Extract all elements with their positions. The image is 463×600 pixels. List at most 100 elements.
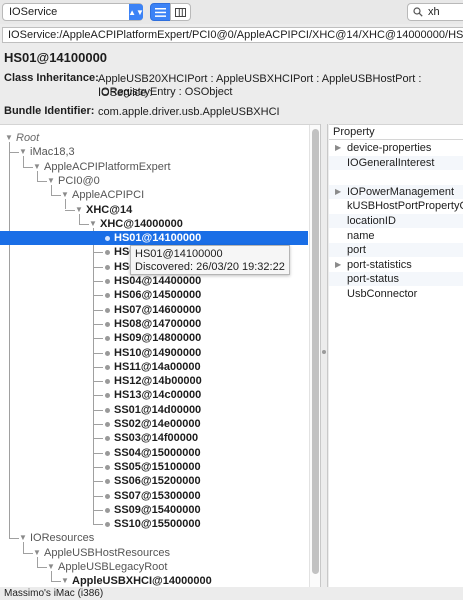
tree-row[interactable]: HS04@14400000 [0, 274, 308, 288]
tree-row-label: HS06@14500000 [114, 289, 202, 302]
disclosure-collapsed-icon[interactable]: ▶ [335, 185, 341, 199]
list-view-icon [155, 7, 166, 17]
registry-path: IOService:/AppleACPIPlatformExpert/PCI0@… [2, 27, 463, 43]
property-name: IOPowerManagement [347, 185, 454, 198]
bundle-identifier-value: com.apple.driver.usb.AppleUSBXHCI [98, 106, 280, 118]
tree-row[interactable]: ▼ AppleACPIPCI [0, 188, 308, 202]
disclosure-expanded-icon[interactable]: ▼ [60, 188, 70, 202]
tree-row-label: HS09@14800000 [114, 332, 202, 345]
tree-row-label: SS10@15500000 [114, 518, 201, 531]
tree-row[interactable]: SS04@15000000 [0, 446, 308, 460]
property-row[interactable]: IOGeneralInterest [329, 156, 463, 170]
property-row[interactable]: port [329, 243, 463, 257]
tree-row[interactable]: SS06@15200000 [0, 474, 308, 488]
tree-row[interactable]: ▼ AppleUSBHostResources [0, 546, 308, 560]
leaf-dot-icon [105, 493, 110, 499]
leaf-dot-icon [105, 236, 110, 242]
disclosure-expanded-icon[interactable]: ▼ [4, 131, 14, 145]
leaf-dot-icon [105, 393, 110, 399]
tree-row[interactable]: ▼ iMac18,3 [0, 145, 308, 159]
disclosure-expanded-icon[interactable]: ▼ [18, 531, 28, 545]
property-row[interactable]: port-status [329, 272, 463, 286]
disclosure-collapsed-icon[interactable]: ▶ [335, 141, 341, 155]
tree-row-label: XHC@14000000 [100, 217, 183, 230]
leaf-dot-icon [105, 336, 110, 342]
property-row[interactable]: ▶ IOPowerManagement [329, 185, 463, 199]
tree-row[interactable]: HS13@14c00000 [0, 388, 308, 402]
split-divider[interactable] [320, 124, 328, 587]
tree-row[interactable]: HS10@14900000 [0, 346, 308, 360]
tree-row[interactable]: ▼ AppleUSBXHCI@14000000 [0, 574, 308, 587]
property-row[interactable]: name [329, 229, 463, 243]
toolbar: IOService ▲▼ xh [0, 0, 463, 24]
tree-row-label: SS09@15400000 [114, 503, 201, 516]
plane-select[interactable]: IOService ▲▼ [2, 3, 144, 21]
tree-row[interactable]: SS02@14e00000 [0, 417, 308, 431]
tree-row[interactable]: HS09@14800000 [0, 331, 308, 345]
divider-grip-icon [322, 350, 326, 354]
disclosure-expanded-icon[interactable]: ▼ [46, 560, 56, 574]
tree-row-label: SS04@15000000 [114, 446, 201, 459]
disclosure-expanded-icon[interactable]: ▼ [32, 546, 42, 560]
tree-row-label: SS05@15100000 [114, 460, 201, 473]
tree-row[interactable]: ▼ PCI0@0 [0, 174, 308, 188]
tree-row[interactable]: HS11@14a00000 [0, 360, 308, 374]
tree-row[interactable]: HS07@14600000 [0, 303, 308, 317]
tree-row[interactable]: SS05@15100000 [0, 460, 308, 474]
property-column-header[interactable]: Property [329, 125, 463, 140]
tree-row-label: AppleUSBXHCI@14000000 [72, 575, 212, 587]
property-name: device-properties [347, 142, 432, 154]
leaf-dot-icon [105, 293, 110, 299]
tree-row[interactable]: SS01@14d00000 [0, 403, 308, 417]
property-row[interactable]: ▶ port-statistics [329, 258, 463, 272]
registry-tree[interactable]: ▼ Root ▼ iMac18,3 ▼ AppleACPIPlatformExpert ▼ P… [0, 124, 320, 587]
tree-scrollbar[interactable] [309, 125, 320, 587]
tree-row[interactable]: ▼ IOResources [0, 531, 308, 545]
tree-row[interactable]: ▼ AppleUSBLegacyRoot [0, 560, 308, 574]
tree-row[interactable]: SS09@15400000 [0, 503, 308, 517]
search-field[interactable]: xh [407, 3, 463, 21]
disclosure-expanded-icon[interactable]: ▼ [74, 203, 84, 217]
tree-row-label: PCI0@0 [58, 174, 100, 187]
leaf-dot-icon [105, 422, 110, 427]
list-view-button[interactable] [150, 3, 171, 21]
tree-row-label: HS13@14c00000 [114, 389, 202, 402]
class-inheritance-value-line2: IORegistryEntry : OSObject [98, 86, 233, 98]
property-row[interactable] [329, 170, 463, 184]
tree-row[interactable]: ▼ Root [0, 131, 308, 145]
property-row[interactable]: locationID [329, 214, 463, 228]
tree-row[interactable]: SS03@14f00000 [0, 431, 308, 445]
tree-scrollbar-thumb[interactable] [312, 129, 319, 574]
leaf-dot-icon [105, 307, 110, 313]
tree-row-label: XHC@14 [86, 203, 133, 216]
tree-row[interactable]: ▼ XHC@14 [0, 203, 308, 217]
search-input[interactable]: xh [428, 6, 440, 18]
property-row[interactable]: kUSBHostPortPropertyOf [329, 199, 463, 213]
tree-row-label: SS07@15300000 [114, 489, 201, 502]
tree-row-label: HS10@14900000 [114, 346, 202, 359]
tree-row[interactable]: HS12@14b00000 [0, 374, 308, 388]
disclosure-expanded-icon[interactable]: ▼ [32, 160, 42, 174]
disclosure-expanded-icon[interactable]: ▼ [88, 217, 98, 231]
tree-row-label: SS03@14f00000 [114, 432, 199, 445]
tree-row[interactable]: SS07@15300000 [0, 489, 308, 503]
disclosure-expanded-icon[interactable]: ▼ [60, 574, 70, 587]
status-bar: Massimo's iMac (i386) [0, 587, 463, 600]
tree-row[interactable]: HS06@14500000 [0, 288, 308, 302]
property-name: port-statistics [347, 258, 412, 271]
tree-row-label: HS11@14a00000 [114, 360, 201, 373]
disclosure-expanded-icon[interactable]: ▼ [18, 145, 28, 159]
property-table[interactable]: Property ▶ device-properties IOGeneralInte… [329, 124, 463, 587]
disclosure-collapsed-icon[interactable]: ▶ [335, 258, 341, 272]
tree-row-label: SS06@15200000 [114, 475, 201, 488]
tree-row[interactable]: ▼ XHC@14000000 [0, 217, 308, 231]
tree-row-label: SS02@14e00000 [114, 418, 201, 430]
disclosure-expanded-icon[interactable]: ▼ [46, 174, 56, 188]
column-view-button[interactable] [170, 3, 191, 21]
property-row[interactable]: ▶ device-properties [329, 141, 463, 155]
tree-row[interactable]: SS10@15500000 [0, 517, 308, 531]
tree-row-selected[interactable]: HS01@14100000 [0, 231, 308, 246]
property-row[interactable]: UsbConnector [329, 287, 463, 301]
tree-row[interactable]: HS08@14700000 [0, 317, 308, 331]
tree-row[interactable]: ▼ AppleACPIPlatformExpert [0, 160, 308, 174]
